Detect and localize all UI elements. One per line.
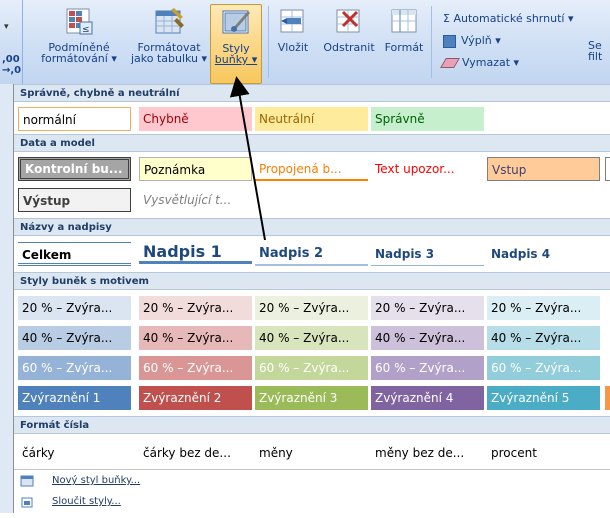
annotation-arrow bbox=[229, 76, 266, 241]
